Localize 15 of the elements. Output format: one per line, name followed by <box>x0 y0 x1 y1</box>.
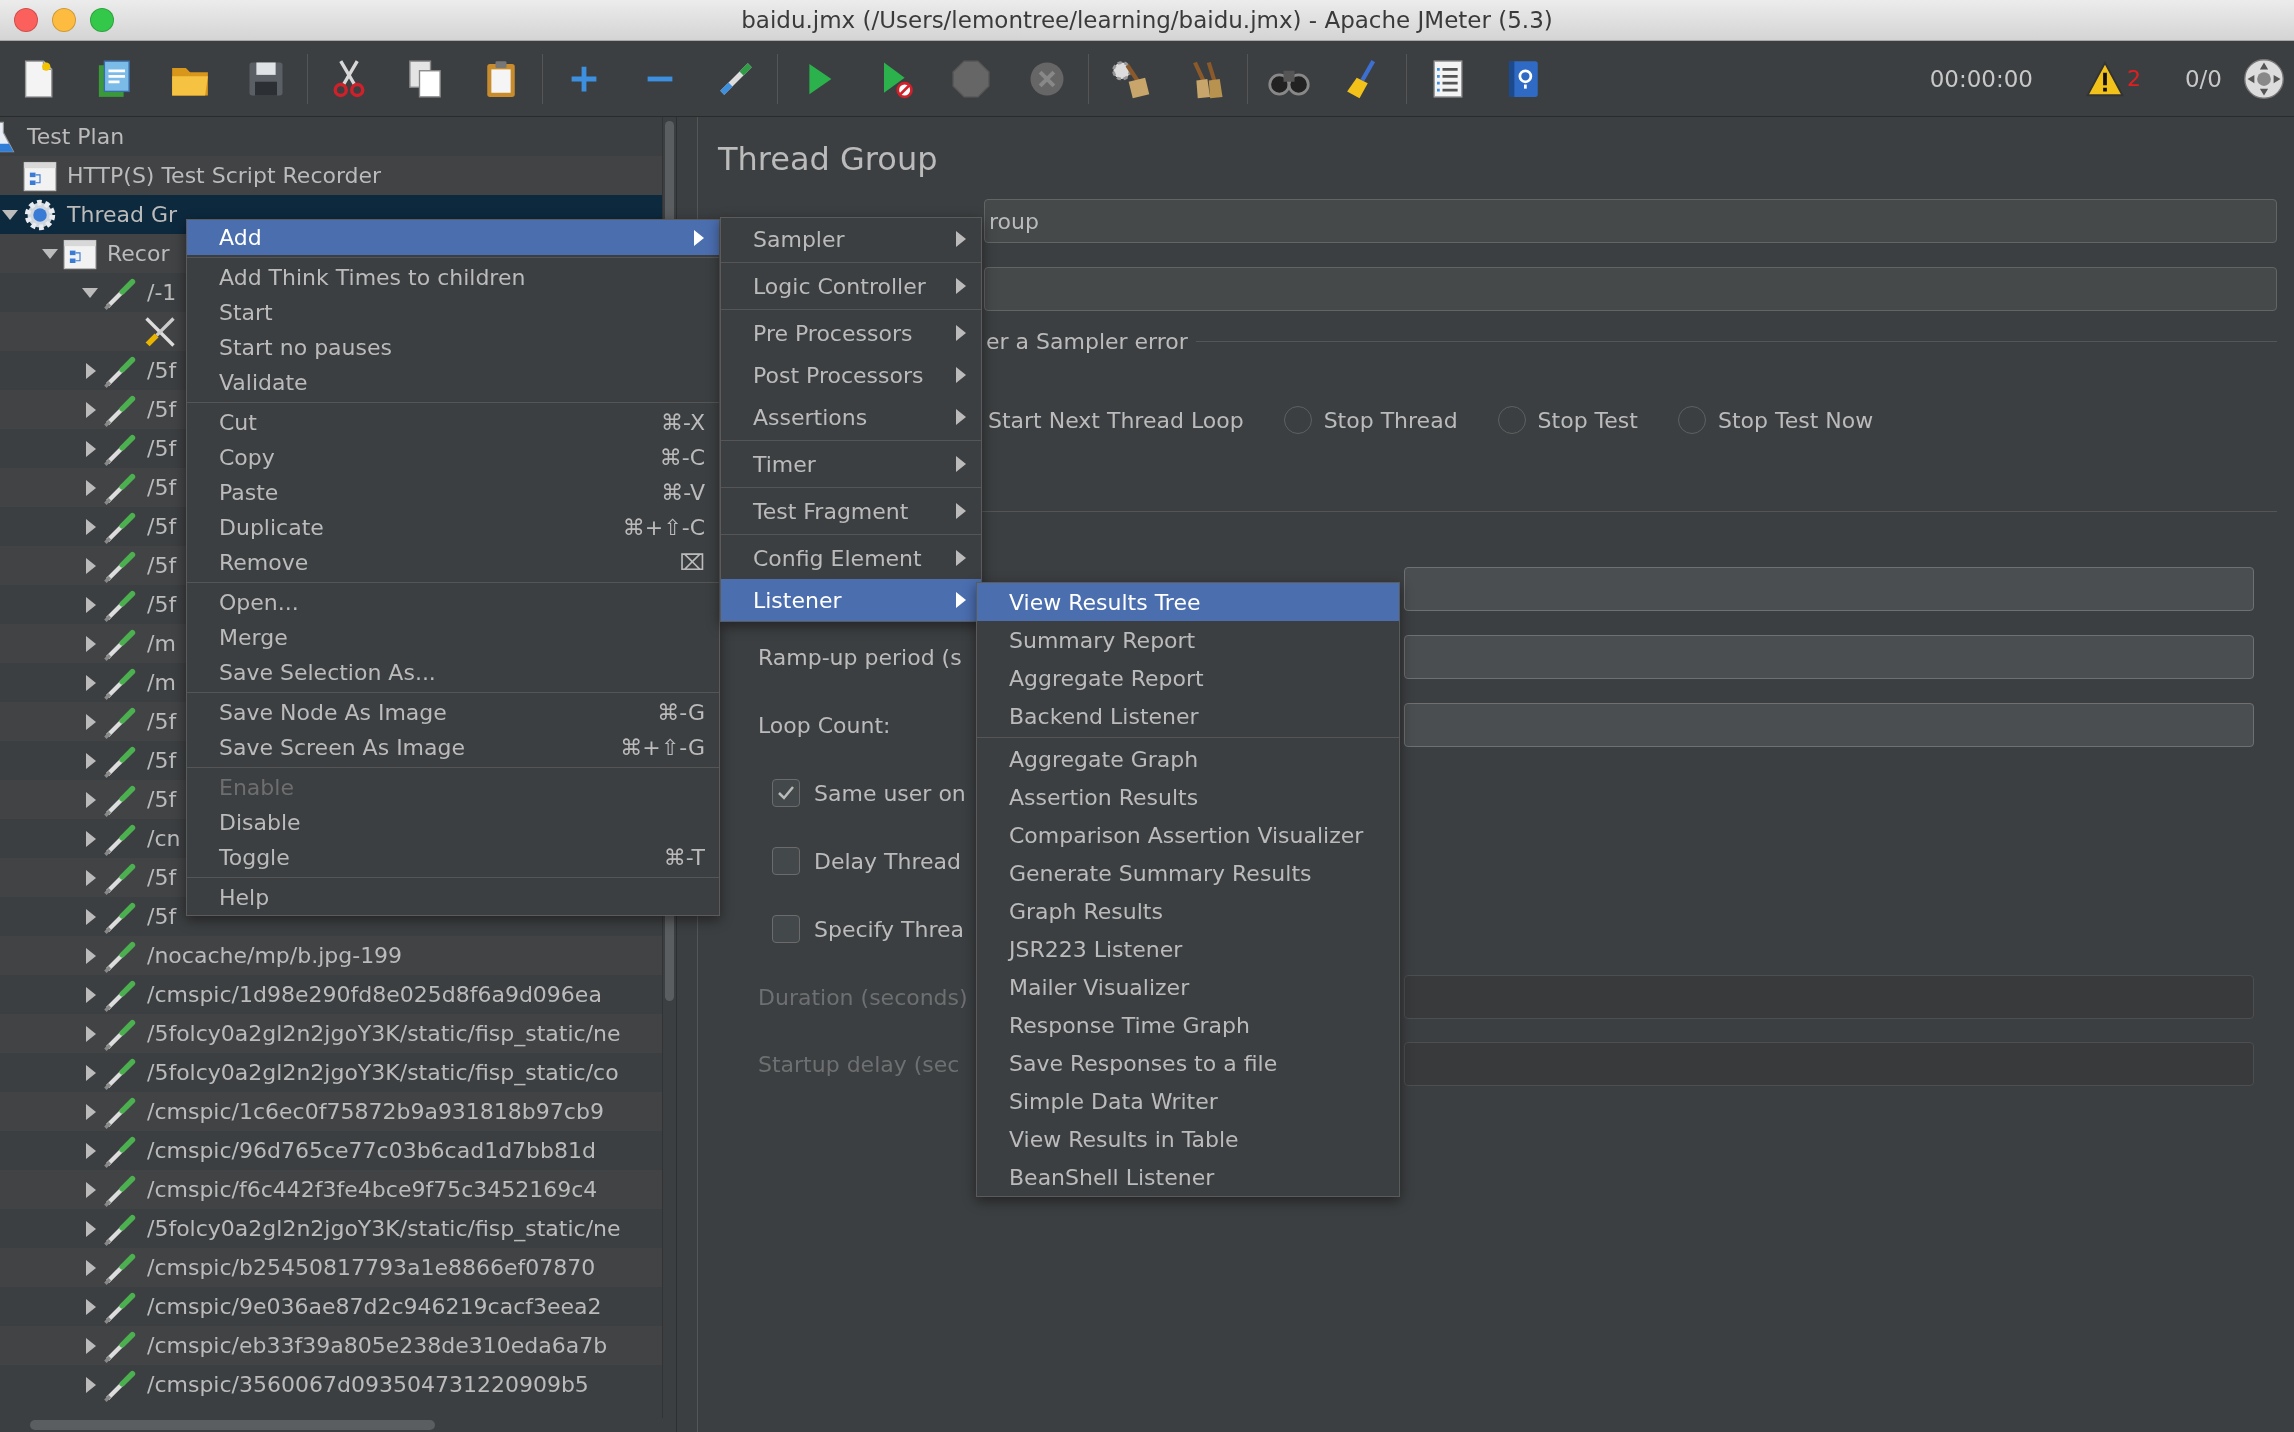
timer-label: 00:00:00 <box>1929 65 2033 92</box>
panel-title: Thread Group <box>718 139 938 180</box>
radio-label: Stop Thread <box>1323 407 1458 433</box>
thread-count: 0/0 <box>2185 65 2222 92</box>
field-label: Loop Count: <box>758 712 891 738</box>
radio-label: Stop Test Now <box>1717 407 1874 433</box>
radio-label: Start Next Thread Loop <box>988 407 1244 433</box>
window-title: baidu.jmx (/Users/lemontree/learning/baidu.jmx) - Apache JMeter (5.3) <box>740 7 1554 33</box>
checkbox-label: Delay Thread <box>814 848 961 874</box>
checkbox-label: Same user on <box>814 780 966 806</box>
checkbox-label: Specify Threa <box>814 916 964 942</box>
section-label: er a Sampler error <box>986 328 1188 354</box>
radio-label: Stop Test <box>1537 407 1638 433</box>
field-label: Ramp-up period (s <box>758 644 962 670</box>
warning-count: 2 <box>2127 66 2141 91</box>
